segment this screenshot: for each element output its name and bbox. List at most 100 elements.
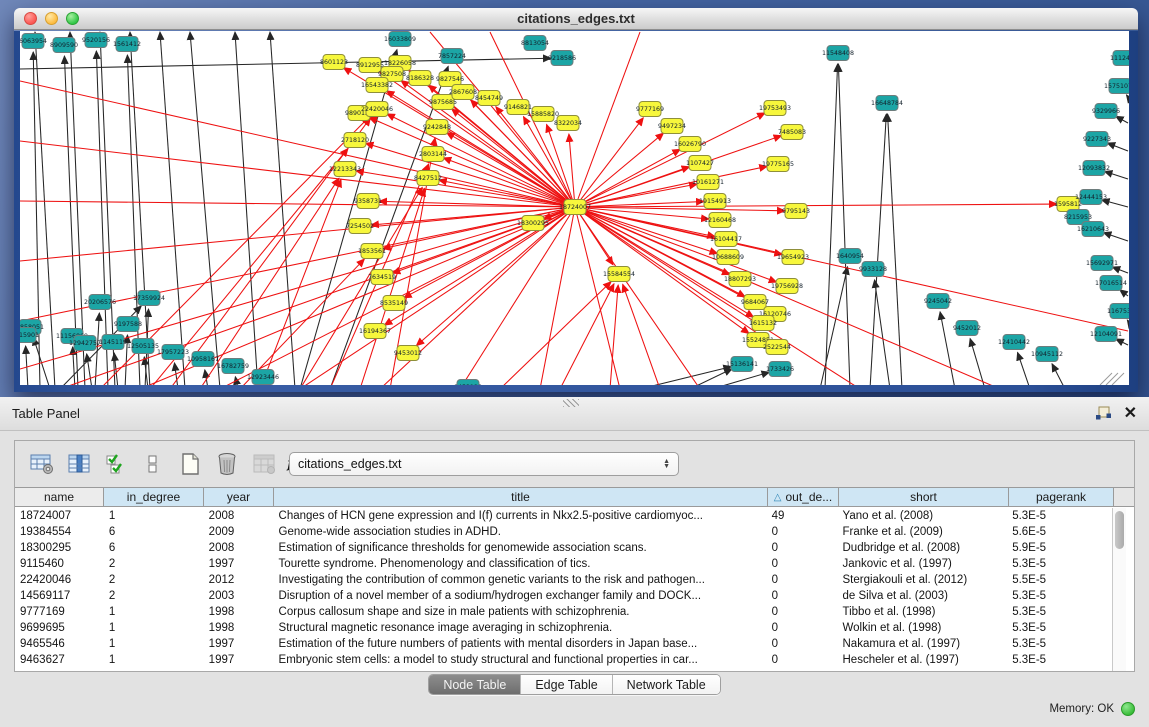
table-cell[interactable]: Tourette syndrome. Phenomenology and cla… xyxy=(274,558,767,570)
table-select-dropdown[interactable]: citations_edges.txt ▲▼ xyxy=(289,452,679,476)
table-cell[interactable]: 0 xyxy=(767,654,838,666)
table-cell[interactable]: 5.9E-5 xyxy=(1007,542,1112,554)
table-cell[interactable]: 5.3E-5 xyxy=(1007,606,1112,618)
table-cell[interactable]: 49 xyxy=(767,510,838,522)
column-header-year[interactable]: year xyxy=(204,488,274,506)
table-cell[interactable]: Estimation of significance thresholds fo… xyxy=(274,542,767,554)
table-scrollbar-thumb[interactable] xyxy=(1115,511,1124,549)
tab-network-table[interactable]: Network Table xyxy=(613,675,720,694)
show-columns-icon[interactable] xyxy=(66,451,92,477)
table-cell[interactable]: 18300295 xyxy=(15,542,104,554)
row-height-icon[interactable] xyxy=(140,451,166,477)
table-cell[interactable]: 5.6E-5 xyxy=(1007,526,1112,538)
table-cell[interactable]: 9699695 xyxy=(15,622,104,634)
close-panel-icon[interactable]: ✕ xyxy=(1124,406,1137,422)
table-cell[interactable]: 1997 xyxy=(204,654,274,666)
table-cell[interactable]: 2008 xyxy=(204,510,274,522)
canvas-resize-grip[interactable] xyxy=(1106,373,1118,385)
table-cell[interactable]: 1997 xyxy=(204,638,274,650)
table-cell[interactable]: 2008 xyxy=(204,542,274,554)
table-cell[interactable]: Corpus callosum shape and size in male p… xyxy=(274,606,767,618)
table-row[interactable]: 911546021997Tourette syndrome. Phenomeno… xyxy=(15,556,1112,572)
table-cell[interactable]: Changes of HCN gene expression and I(f) … xyxy=(274,510,767,522)
table-cell[interactable]: 9777169 xyxy=(15,606,104,618)
table-cell[interactable]: 1 xyxy=(104,638,204,650)
network-graph[interactable]: 1872400718300295860112389129551822605898… xyxy=(20,31,1129,385)
table-cell[interactable]: Embryonic stem cells: a model to study s… xyxy=(274,654,767,666)
column-header-out_de[interactable]: △out_de... xyxy=(768,488,839,506)
column-header-name[interactable]: name xyxy=(15,488,104,506)
table-cell[interactable]: 0 xyxy=(767,526,838,538)
table-cell[interactable]: 5.3E-5 xyxy=(1007,622,1112,634)
table-cell[interactable]: de Silva et al. (2003) xyxy=(838,590,1008,602)
network-canvas[interactable]: 1872400718300295860112389129551822605898… xyxy=(20,31,1129,385)
column-header-pagerank[interactable]: pagerank xyxy=(1009,488,1114,506)
table-cell[interactable]: 0 xyxy=(767,574,838,586)
table-cell[interactable]: Estimation of the future numbers of pati… xyxy=(274,638,767,650)
table-cell[interactable]: 6 xyxy=(104,526,204,538)
table-cell[interactable]: 0 xyxy=(767,606,838,618)
network-window[interactable]: citations_edges.txt 18724007183002958601… xyxy=(14,8,1138,392)
table-cell[interactable]: 9463627 xyxy=(15,654,104,666)
table-cell[interactable]: 2 xyxy=(104,590,204,602)
table-scrollbar[interactable] xyxy=(1112,508,1126,671)
table-row[interactable]: 977716911998Corpus callosum shape and si… xyxy=(15,604,1112,620)
table-row[interactable]: 946362711997Embryonic stem cells: a mode… xyxy=(15,652,1112,668)
float-window-icon[interactable] xyxy=(1094,405,1114,423)
table-cell[interactable]: 1 xyxy=(104,622,204,634)
table-cell[interactable]: 5.3E-5 xyxy=(1007,510,1112,522)
table-cell[interactable]: Disruption of a novel member of a sodium… xyxy=(274,590,767,602)
table-cell[interactable]: 5.3E-5 xyxy=(1007,558,1112,570)
canvas-resize-grip[interactable] xyxy=(1100,373,1112,385)
table-cell[interactable]: 18724007 xyxy=(15,510,104,522)
table-cell[interactable]: 9465546 xyxy=(15,638,104,650)
table-row[interactable]: 946554611997Estimation of the future num… xyxy=(15,636,1112,652)
table-mode-icon[interactable] xyxy=(29,451,55,477)
table-row[interactable]: 1830029562008Estimation of significance … xyxy=(15,540,1112,556)
table-cell[interactable]: 0 xyxy=(767,638,838,650)
canvas-resize-grip[interactable] xyxy=(1112,373,1124,385)
table-cell[interactable]: Yano et al. (2008) xyxy=(838,510,1008,522)
column-header-title[interactable]: title xyxy=(274,488,768,506)
table-cell[interactable]: 1 xyxy=(104,606,204,618)
table-row[interactable]: 969969511998Structural magnetic resonanc… xyxy=(15,620,1112,636)
table-cell[interactable]: Tibbo et al. (1998) xyxy=(838,606,1008,618)
table-cell[interactable]: 5.3E-5 xyxy=(1007,590,1112,602)
panel-resize-grip[interactable] xyxy=(563,399,579,407)
table-row[interactable]: 2242004622012Investigating the contribut… xyxy=(15,572,1112,588)
table-cell[interactable]: Structural magnetic resonance image aver… xyxy=(274,622,767,634)
table-cell[interactable]: 19384554 xyxy=(15,526,104,538)
table-cell[interactable]: 1 xyxy=(104,510,204,522)
table-cell[interactable]: 5.3E-5 xyxy=(1007,638,1112,650)
table-cell[interactable]: Jankovic et al. (1997) xyxy=(838,558,1008,570)
column-header-in_degree[interactable]: in_degree xyxy=(104,488,204,506)
table-cell[interactable]: 9115460 xyxy=(15,558,104,570)
select-rows-icon[interactable] xyxy=(103,451,129,477)
table-cell[interactable]: 1 xyxy=(104,654,204,666)
table-cell[interactable]: Wolkin et al. (1998) xyxy=(838,622,1008,634)
delete-column-icon[interactable] xyxy=(214,451,240,477)
table-row[interactable]: 1456911722003Disruption of a novel membe… xyxy=(15,588,1112,604)
tab-edge-table[interactable]: Edge Table xyxy=(521,675,612,694)
table-cell[interactable]: 2 xyxy=(104,574,204,586)
table-cell[interactable]: 1998 xyxy=(204,622,274,634)
table-cell[interactable]: 5.5E-5 xyxy=(1007,574,1112,586)
table-cell[interactable]: 6 xyxy=(104,542,204,554)
table-cell[interactable]: 22420046 xyxy=(15,574,104,586)
table-cell[interactable]: Stergiakouli et al. (2012) xyxy=(838,574,1008,586)
table-cell[interactable]: 2009 xyxy=(204,526,274,538)
tab-node-table[interactable]: Node Table xyxy=(429,675,521,694)
table-cell[interactable]: 0 xyxy=(767,542,838,554)
table-cell[interactable]: 2012 xyxy=(204,574,274,586)
table-cell[interactable]: Franke et al. (2009) xyxy=(838,526,1008,538)
create-column-icon[interactable] xyxy=(177,451,203,477)
table-cell[interactable]: Genome-wide association studies in ADHD. xyxy=(274,526,767,538)
table-cell[interactable]: 14569117 xyxy=(15,590,104,602)
table-cell[interactable]: 0 xyxy=(767,590,838,602)
table-cell[interactable]: Investigating the contribution of common… xyxy=(274,574,767,586)
table-row[interactable]: 1938455462009Genome-wide association stu… xyxy=(15,524,1112,540)
table-cell[interactable]: Nakamura et al. (1997) xyxy=(838,638,1008,650)
table-cell[interactable]: 0 xyxy=(767,622,838,634)
table-row[interactable]: 1872400712008Changes of HCN gene express… xyxy=(15,508,1112,524)
network-window-titlebar[interactable]: citations_edges.txt xyxy=(14,8,1138,30)
